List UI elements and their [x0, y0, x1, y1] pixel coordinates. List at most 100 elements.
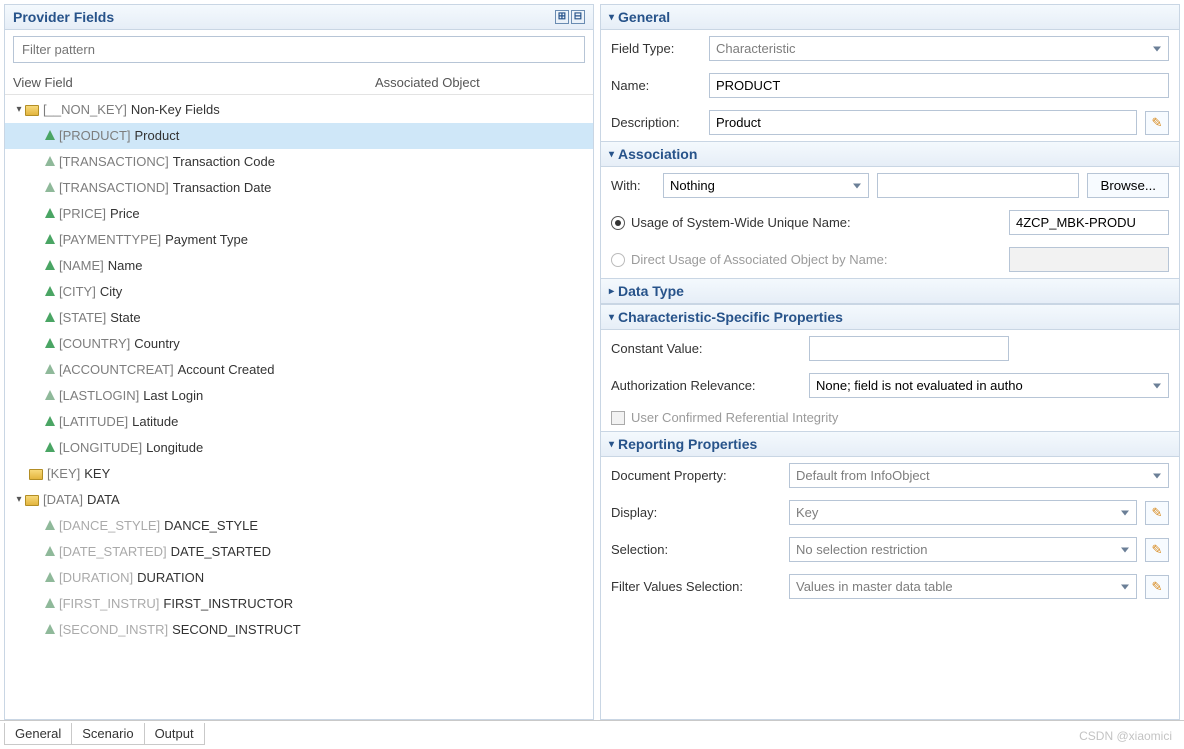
- tree-item[interactable]: [SECOND_INSTR]SECOND_INSTRUCT: [5, 617, 593, 643]
- ref-integrity-checkbox[interactable]: User Confirmed Referential Integrity: [601, 404, 1179, 431]
- section-data-type[interactable]: ▸ Data Type: [601, 278, 1179, 304]
- tree-item[interactable]: [LASTLOGIN]Last Login: [5, 383, 593, 409]
- selection-select[interactable]: [789, 537, 1137, 562]
- auth-relevance-select[interactable]: [809, 373, 1169, 398]
- col-view-field[interactable]: View Field: [13, 75, 375, 90]
- section-association[interactable]: ▾ Association: [601, 141, 1179, 167]
- doc-property-select[interactable]: [789, 463, 1169, 488]
- doc-property-label: Document Property:: [611, 468, 781, 483]
- tree-group-nonkey[interactable]: ▾ [__NON_KEY] Non-Key Fields: [5, 97, 593, 123]
- filter-pattern-input[interactable]: [13, 36, 585, 63]
- nonkey-children: [PRODUCT]Product [TRANSACTIONC]Transacti…: [5, 123, 593, 461]
- unique-name-input[interactable]: [1009, 210, 1169, 235]
- fvs-select[interactable]: [789, 574, 1137, 599]
- radio-label: Usage of System-Wide Unique Name:: [631, 215, 1003, 230]
- char-icon: [45, 130, 55, 140]
- edit-fvs-button[interactable]: [1145, 575, 1169, 599]
- description-input[interactable]: [709, 110, 1137, 135]
- bottom-tabs: General Scenario Output: [0, 720, 1184, 749]
- display-label: Display:: [611, 505, 781, 520]
- edit-display-button[interactable]: [1145, 501, 1169, 525]
- tab-scenario[interactable]: Scenario: [71, 723, 144, 745]
- constant-value-input[interactable]: [809, 336, 1009, 361]
- chevron-down-icon: ▾: [609, 149, 614, 160]
- chevron-down-icon[interactable]: ▾: [13, 489, 25, 511]
- tree-item[interactable]: [PAYMENTTYPE]Payment Type: [5, 227, 593, 253]
- section-general[interactable]: ▾ General: [601, 5, 1179, 30]
- provider-fields-panel: Provider Fields ⊞ ⊟ View Field Associate…: [4, 4, 594, 720]
- group-key: [DATA]: [43, 489, 83, 511]
- char-icon: [45, 442, 55, 452]
- radio-label: Direct Usage of Associated Object by Nam…: [631, 252, 1003, 267]
- chevron-right-icon: ▸: [609, 286, 614, 297]
- selection-label: Selection:: [611, 542, 781, 557]
- provider-fields-title: Provider Fields: [13, 9, 114, 25]
- pencil-icon: [1152, 115, 1163, 131]
- field-tree[interactable]: ▾ [__NON_KEY] Non-Key Fields [PRODUCT]Pr…: [5, 95, 593, 719]
- chevron-down-icon[interactable]: ▾: [13, 99, 25, 121]
- char-icon: [45, 286, 55, 296]
- tree-item[interactable]: [DANCE_STYLE]DANCE_STYLE: [5, 513, 593, 539]
- col-associated-object[interactable]: Associated Object: [375, 75, 585, 90]
- description-label: Description:: [611, 115, 701, 130]
- tree-item[interactable]: [NAME]Name: [5, 253, 593, 279]
- checkbox-label: User Confirmed Referential Integrity: [631, 410, 838, 425]
- tree-header: View Field Associated Object: [5, 69, 593, 95]
- char-icon: [45, 546, 55, 556]
- tree-item[interactable]: [FIRST_INSTRU]FIRST_INSTRUCTOR: [5, 591, 593, 617]
- tree-group-data[interactable]: ▾ [DATA] DATA: [5, 487, 593, 513]
- char-icon: [45, 572, 55, 582]
- char-icon: [45, 390, 55, 400]
- tree-item[interactable]: [DATE_STARTED]DATE_STARTED: [5, 539, 593, 565]
- tree-item[interactable]: [PRODUCT]Product: [5, 123, 593, 149]
- collapse-all-icon[interactable]: ⊟: [571, 10, 585, 24]
- tree-item[interactable]: [TRANSACTIONC]Transaction Code: [5, 149, 593, 175]
- field-type-select[interactable]: [709, 36, 1169, 61]
- with-value-input[interactable]: [877, 173, 1079, 198]
- with-label: With:: [611, 178, 655, 193]
- tree-group-key[interactable]: [KEY] KEY: [5, 461, 593, 487]
- tree-item[interactable]: [ACCOUNTCREAT]Account Created: [5, 357, 593, 383]
- tree-item[interactable]: [LONGITUDE]Longitude: [5, 435, 593, 461]
- name-input[interactable]: [709, 73, 1169, 98]
- edit-description-button[interactable]: [1145, 111, 1169, 135]
- tab-output[interactable]: Output: [144, 723, 205, 745]
- tree-item[interactable]: [DURATION]DURATION: [5, 565, 593, 591]
- radio-system-wide[interactable]: Usage of System-Wide Unique Name:: [601, 204, 1179, 241]
- radio-icon: [611, 253, 625, 267]
- pencil-icon: [1152, 505, 1163, 521]
- chevron-down-icon: ▾: [609, 439, 614, 450]
- section-reporting[interactable]: ▾ Reporting Properties: [601, 431, 1179, 457]
- provider-fields-header: Provider Fields ⊞ ⊟: [5, 5, 593, 30]
- tree-item[interactable]: [TRANSACTIOND]Transaction Date: [5, 175, 593, 201]
- auth-relevance-label: Authorization Relevance:: [611, 378, 801, 393]
- display-select[interactable]: [789, 500, 1137, 525]
- tree-item[interactable]: [COUNTRY]Country: [5, 331, 593, 357]
- main-split: Provider Fields ⊞ ⊟ View Field Associate…: [0, 0, 1184, 720]
- data-children: [DANCE_STYLE]DANCE_STYLE [DATE_STARTED]D…: [5, 513, 593, 643]
- tree-item[interactable]: [LATITUDE]Latitude: [5, 409, 593, 435]
- char-icon: [45, 182, 55, 192]
- group-key: [KEY]: [47, 463, 80, 485]
- edit-selection-button[interactable]: [1145, 538, 1169, 562]
- watermark: CSDN @xiaomici: [1079, 729, 1172, 743]
- expand-all-icon[interactable]: ⊞: [555, 10, 569, 24]
- with-select[interactable]: [663, 173, 869, 198]
- char-icon: [45, 338, 55, 348]
- char-icon: [45, 624, 55, 634]
- char-icon: [45, 312, 55, 322]
- checkbox-icon: [611, 411, 625, 425]
- direct-name-input: [1009, 247, 1169, 272]
- tree-item[interactable]: [PRICE]Price: [5, 201, 593, 227]
- tree-item[interactable]: [CITY]City: [5, 279, 593, 305]
- tree-item[interactable]: [STATE]State: [5, 305, 593, 331]
- tab-general[interactable]: General: [4, 723, 72, 745]
- section-title: Characteristic-Specific Properties: [618, 309, 843, 325]
- browse-button[interactable]: Browse...: [1087, 173, 1169, 198]
- name-label: Name:: [611, 78, 701, 93]
- char-icon: [45, 156, 55, 166]
- section-char-specific[interactable]: ▾ Characteristic-Specific Properties: [601, 304, 1179, 330]
- constant-value-label: Constant Value:: [611, 341, 801, 356]
- group-label: Non-Key Fields: [131, 99, 220, 121]
- properties-panel: ▾ General Field Type: Name: Description:: [600, 4, 1180, 720]
